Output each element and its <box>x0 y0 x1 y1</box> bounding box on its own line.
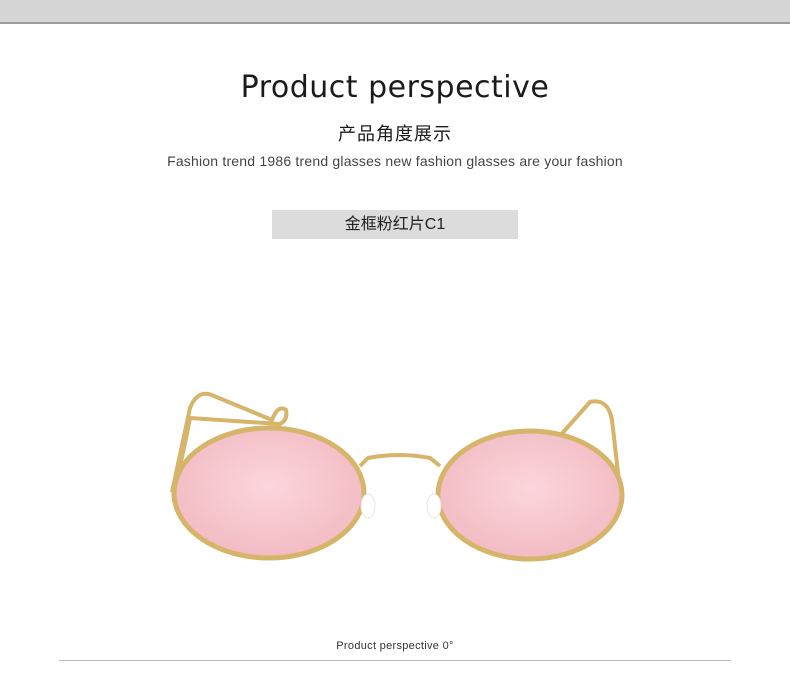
page-subtitle-cn: 产品角度展示 <box>338 124 452 144</box>
image-caption: Product perspective 0° <box>336 640 454 652</box>
variant-label: 金框粉红片C1 <box>344 216 446 233</box>
left-lens <box>171 425 367 561</box>
top-bar <box>0 0 790 24</box>
bridge <box>358 453 442 468</box>
right-nose-pad <box>426 493 442 519</box>
divider <box>59 660 731 661</box>
right-lens <box>435 428 625 562</box>
left-nose-pad <box>360 493 376 519</box>
page-tagline: Fashion trend 1986 trend glasses new fas… <box>167 153 623 169</box>
page-title: Product perspective <box>240 70 550 105</box>
product-image <box>150 380 650 580</box>
sunglasses-illustration <box>170 391 625 562</box>
variant-label-box: 金框粉红片C1 <box>272 210 518 239</box>
